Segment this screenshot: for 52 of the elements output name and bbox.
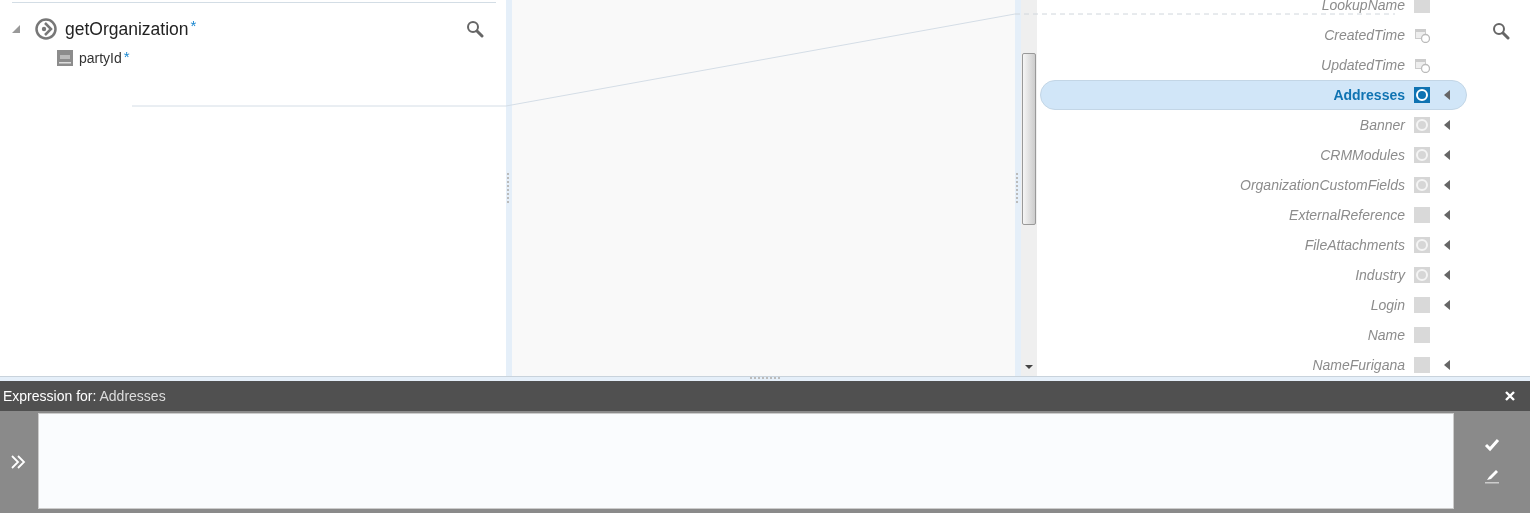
target-field-item[interactable]: Banner bbox=[1040, 110, 1467, 140]
scroll-down-arrow-icon[interactable] bbox=[1025, 365, 1033, 369]
target-field-item[interactable]: UpdatedTime bbox=[1040, 50, 1467, 80]
target-field-item[interactable]: NameFurigana bbox=[1040, 350, 1467, 376]
text-type-icon bbox=[1414, 297, 1430, 313]
object-type-icon bbox=[1414, 147, 1430, 163]
operation-label: getOrganization bbox=[65, 18, 189, 40]
checkmark-icon[interactable] bbox=[1484, 438, 1500, 452]
target-field-item[interactable]: Login bbox=[1040, 290, 1467, 320]
object-type-icon bbox=[1414, 87, 1430, 103]
expand-caret-icon[interactable] bbox=[1444, 180, 1450, 190]
target-field-item[interactable]: CRMModules bbox=[1040, 140, 1467, 170]
expand-caret-icon[interactable] bbox=[1444, 210, 1450, 220]
expand-caret-icon[interactable] bbox=[1444, 270, 1450, 280]
text-type-icon bbox=[1414, 0, 1430, 13]
number-type-icon bbox=[57, 50, 73, 66]
play-circle-icon bbox=[35, 18, 57, 40]
text-type-icon bbox=[1414, 327, 1430, 343]
close-icon[interactable] bbox=[1504, 390, 1516, 402]
target-field-item[interactable]: CreatedTime bbox=[1040, 20, 1467, 50]
search-icon[interactable] bbox=[1492, 22, 1510, 40]
object-type-icon bbox=[1414, 177, 1430, 193]
collapse-triangle-icon[interactable] bbox=[12, 25, 20, 33]
target-field-item[interactable]: Addresses bbox=[1040, 80, 1467, 110]
object-type-icon bbox=[1414, 117, 1430, 133]
target-field-item[interactable]: FileAttachments bbox=[1040, 230, 1467, 260]
expand-caret-icon[interactable] bbox=[1444, 300, 1450, 310]
target-field-item[interactable]: ExternalReference bbox=[1040, 200, 1467, 230]
search-icon[interactable] bbox=[466, 20, 484, 38]
expand-caret-icon[interactable] bbox=[1444, 120, 1450, 130]
vertical-scrollbar[interactable] bbox=[1021, 0, 1037, 376]
target-field-item[interactable]: Industry bbox=[1040, 260, 1467, 290]
pencil-icon[interactable] bbox=[1484, 468, 1500, 484]
target-field-item[interactable]: Name bbox=[1040, 320, 1467, 350]
text-type-icon bbox=[1414, 357, 1430, 373]
expand-caret-icon[interactable] bbox=[1444, 90, 1450, 100]
calendar-clock-icon bbox=[1414, 57, 1430, 73]
required-mark: * bbox=[123, 48, 130, 65]
target-field-item[interactable]: OrganizationCustomFields bbox=[1040, 170, 1467, 200]
expand-caret-icon[interactable] bbox=[1444, 360, 1450, 370]
target-field-item[interactable]: LookupName bbox=[1040, 0, 1467, 20]
expand-caret-icon[interactable] bbox=[1444, 240, 1450, 250]
expand-caret-icon[interactable] bbox=[1444, 150, 1450, 160]
double-chevron-icon[interactable] bbox=[10, 454, 26, 470]
required-mark: * bbox=[190, 17, 197, 34]
calendar-clock-icon bbox=[1414, 27, 1430, 43]
text-type-icon bbox=[1414, 207, 1430, 223]
scrollbar-thumb[interactable] bbox=[1022, 53, 1036, 225]
object-type-icon bbox=[1414, 267, 1430, 283]
object-type-icon bbox=[1414, 237, 1430, 253]
expression-title: Expression for: Addresses bbox=[3, 388, 166, 404]
parameter-label: partyId bbox=[79, 50, 122, 66]
